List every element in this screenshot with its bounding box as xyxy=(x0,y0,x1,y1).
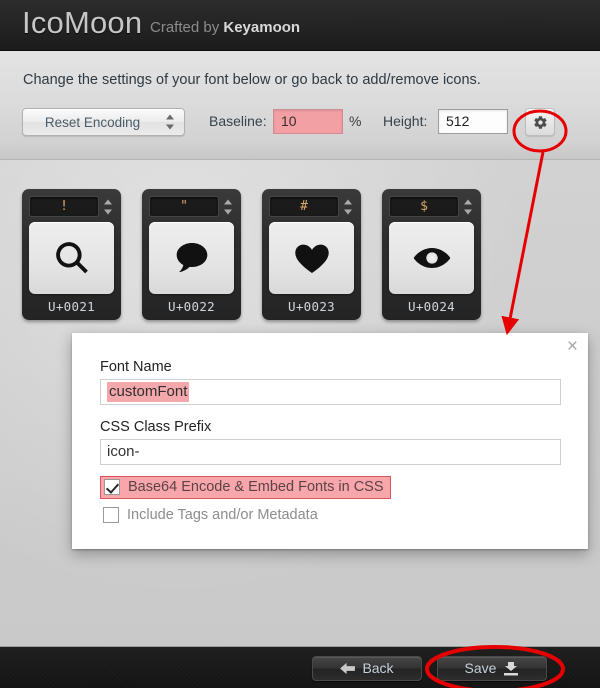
icon-glyph-preview[interactable] xyxy=(269,222,354,294)
icon-char-input[interactable]: ! xyxy=(29,196,99,217)
encoding-select[interactable]: Reset Encoding xyxy=(22,108,185,136)
height-label: Height: xyxy=(383,113,428,129)
icon-codepoint: U+0023 xyxy=(288,299,335,314)
eye-icon xyxy=(413,248,450,268)
icon-card[interactable]: " U+0022 xyxy=(142,189,241,320)
download-icon xyxy=(504,661,519,675)
encoding-select-label: Reset Encoding xyxy=(44,115,141,130)
icon-glyph-preview[interactable] xyxy=(149,222,234,294)
icon-card[interactable]: ! U+0021 xyxy=(22,189,121,320)
save-button[interactable]: Save xyxy=(437,656,547,681)
chevron-updown-icon[interactable] xyxy=(224,199,233,214)
credit-prefix: Crafted by xyxy=(150,19,224,36)
base64-checkbox-label: Base64 Encode & Embed Fonts in CSS xyxy=(128,479,384,495)
gear-button[interactable] xyxy=(525,108,555,136)
heart-icon xyxy=(294,244,329,273)
app-header: IcoMoon Crafted by Keyamoon xyxy=(0,0,600,51)
icon-codepoint: U+0022 xyxy=(168,299,215,314)
icon-glyph-preview[interactable] xyxy=(29,222,114,294)
app-brand-title: IcoMoon xyxy=(22,5,143,40)
icon-card-header: " xyxy=(149,196,234,217)
icon-glyph-preview[interactable] xyxy=(389,222,474,294)
metadata-checkbox-row[interactable]: Include Tags and/or Metadata xyxy=(100,505,324,526)
icon-card[interactable]: $ U+0024 xyxy=(382,189,481,320)
settings-toolbar: Change the settings of your font below o… xyxy=(0,51,600,160)
gear-icon xyxy=(533,115,547,129)
search-icon xyxy=(55,242,88,274)
back-button[interactable]: Back xyxy=(312,656,422,681)
css-prefix-input[interactable]: icon- xyxy=(100,439,561,465)
close-icon[interactable]: × xyxy=(567,337,578,357)
icon-grid: ! U+0021 " U+0022 # U+0023 $ U+0024 xyxy=(22,189,481,320)
icon-card-header: ! xyxy=(29,196,114,217)
credit-author: Keyamoon xyxy=(223,19,301,36)
save-button-label: Save xyxy=(464,660,497,676)
base64-checkbox-row[interactable]: Base64 Encode & Embed Fonts in CSS xyxy=(100,476,391,499)
percent-label: % xyxy=(349,113,362,129)
chevron-updown-icon xyxy=(166,114,175,130)
checkbox-unchecked-icon[interactable] xyxy=(103,507,119,523)
toolbar-controls: Reset Encoding Baseline: 10 % Height: 51… xyxy=(0,108,600,148)
icon-char-input[interactable]: " xyxy=(149,196,219,217)
app-credit: Crafted by Keyamoon xyxy=(150,19,300,36)
font-settings-modal: × Font Name customFont CSS Class Prefix … xyxy=(72,333,588,549)
intro-text: Change the settings of your font below o… xyxy=(23,72,481,88)
icon-char-input[interactable]: # xyxy=(269,196,339,217)
font-name-input[interactable]: customFont xyxy=(100,379,561,405)
icon-card-header: $ xyxy=(389,196,474,217)
icon-codepoint: U+0024 xyxy=(408,299,455,314)
chevron-updown-icon[interactable] xyxy=(464,199,473,214)
checkbox-checked-icon[interactable] xyxy=(104,479,120,495)
metadata-checkbox-label: Include Tags and/or Metadata xyxy=(127,507,318,523)
chevron-updown-icon[interactable] xyxy=(104,199,113,214)
baseline-label: Baseline: xyxy=(209,113,267,129)
arrow-left-icon xyxy=(340,662,356,675)
css-prefix-label: CSS Class Prefix xyxy=(100,419,212,435)
icomoon-app: IcoMoon Crafted by Keyamoon Change the s… xyxy=(0,0,600,688)
app-footer: Back Save xyxy=(0,646,600,688)
baseline-input[interactable]: 10 xyxy=(273,109,343,134)
speech-bubble-icon xyxy=(176,243,207,273)
font-name-label: Font Name xyxy=(100,359,172,375)
icon-char-input[interactable]: $ xyxy=(389,196,459,217)
chevron-updown-icon[interactable] xyxy=(344,199,353,214)
icon-card-header: # xyxy=(269,196,354,217)
icon-card[interactable]: # U+0023 xyxy=(262,189,361,320)
back-button-label: Back xyxy=(362,660,394,676)
font-name-value: customFont xyxy=(107,382,190,402)
height-input[interactable]: 512 xyxy=(438,109,508,134)
icon-codepoint: U+0021 xyxy=(48,299,95,314)
